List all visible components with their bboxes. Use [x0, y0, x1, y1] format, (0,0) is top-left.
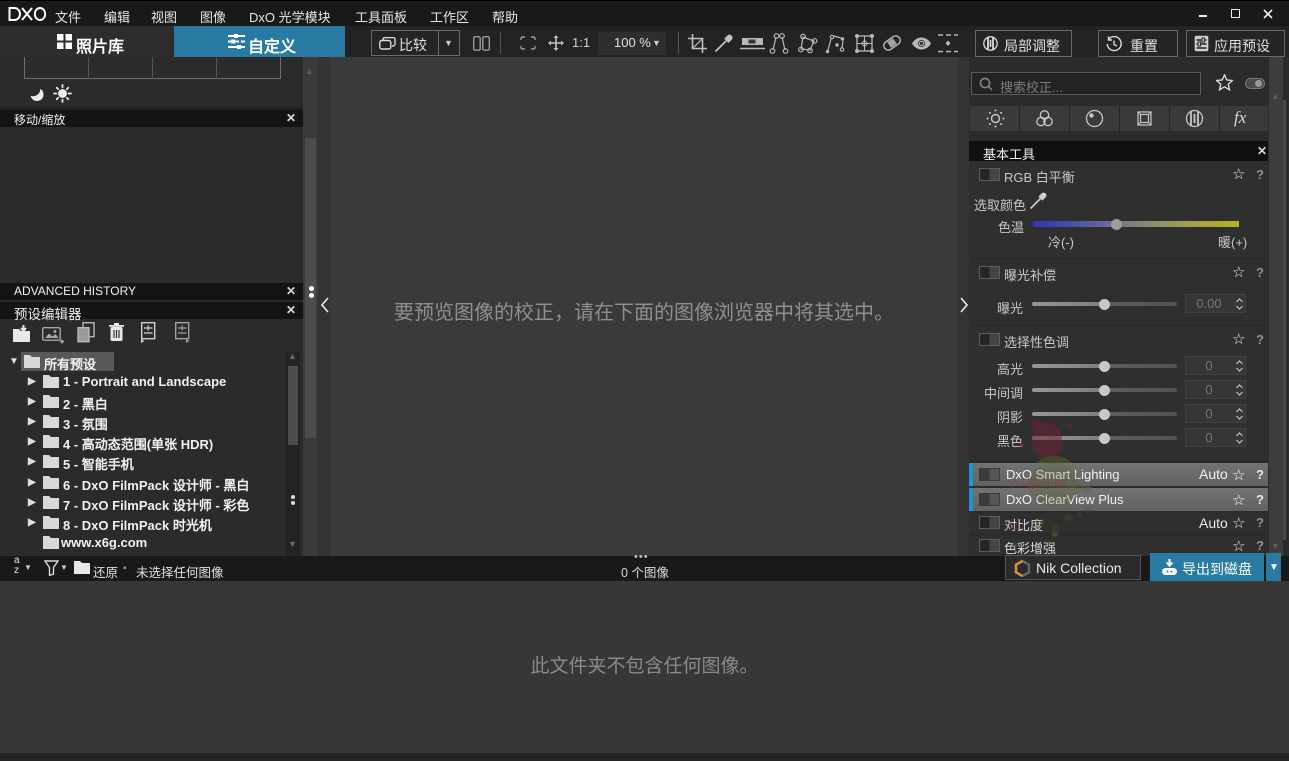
svg-text:小刀娱乐网: 小刀娱乐网: [1006, 475, 1066, 490]
